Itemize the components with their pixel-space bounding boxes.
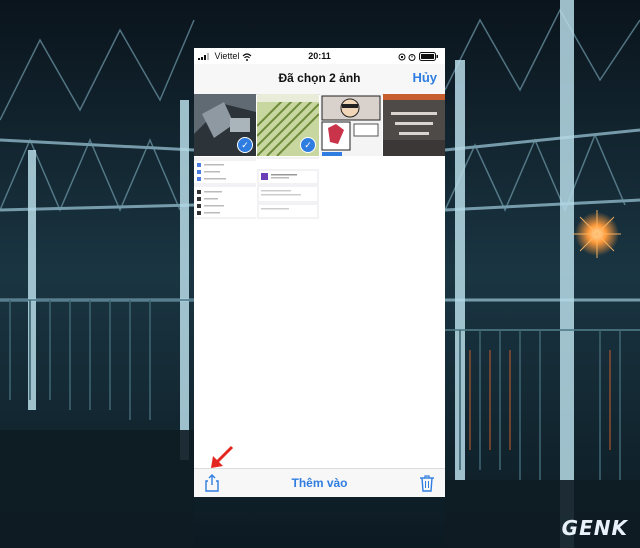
lock-rotation-icon	[398, 51, 409, 61]
add-to-button[interactable]: Thêm vào	[194, 476, 445, 490]
photo-thumbnail-3[interactable]	[320, 94, 382, 156]
status-bar: Viettel 20:11	[194, 48, 445, 64]
selected-check-icon: ✓	[237, 137, 253, 153]
battery-icon	[419, 51, 439, 62]
annotation-arrow-icon	[211, 445, 234, 468]
trash-icon[interactable]	[417, 473, 437, 493]
alarm-icon	[408, 51, 419, 61]
watermark-logo: GENK	[561, 516, 628, 540]
bottom-toolbar: Thêm vào	[194, 468, 445, 497]
navigation-bar: Đã chọn 2 ảnh Hủy	[194, 64, 445, 95]
photo-thumbnail-5[interactable]	[194, 157, 256, 219]
photo-grid: ✓ ✓	[194, 94, 445, 219]
selected-check-icon: ✓	[300, 137, 316, 153]
phone-screen: Viettel 20:11 Đã chọn 2 ảnh Hủy ✓ ✓ Thêm…	[194, 48, 445, 497]
cancel-button[interactable]: Hủy	[412, 70, 437, 85]
photo-thumbnail-1[interactable]: ✓	[194, 94, 256, 156]
photo-thumbnail-6[interactable]	[257, 157, 319, 219]
status-right-icons	[398, 51, 439, 62]
photo-thumbnail-2[interactable]: ✓	[257, 94, 319, 156]
photo-thumbnail-4[interactable]	[383, 94, 445, 156]
selection-title: Đã chọn 2 ảnh	[278, 71, 361, 85]
